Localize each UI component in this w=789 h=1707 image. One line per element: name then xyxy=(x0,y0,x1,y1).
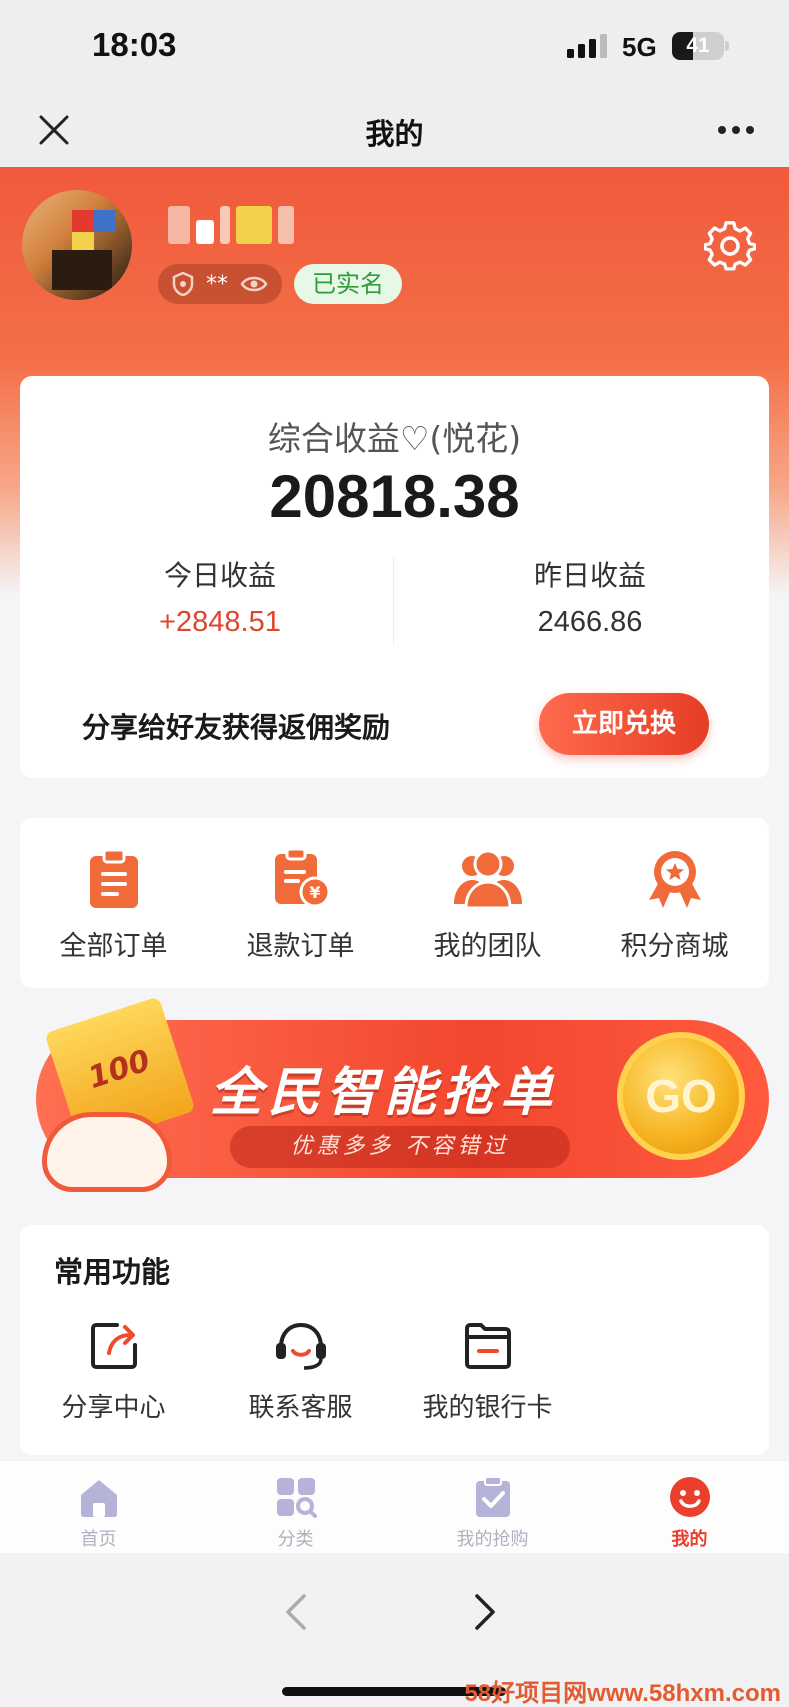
category-icon xyxy=(276,1478,317,1518)
banner-subtitle: 优惠多多 不容错过 xyxy=(230,1126,570,1168)
masked-id: ** xyxy=(206,271,228,297)
status-time: 18:03 xyxy=(92,26,177,63)
tab-label: 我的抢购 xyxy=(456,1529,529,1550)
medal-icon xyxy=(648,851,701,908)
purchase-icon xyxy=(475,1476,510,1517)
eye-icon[interactable] xyxy=(240,274,268,294)
ticket-text: 100 xyxy=(84,1043,155,1096)
svg-text:¥: ¥ xyxy=(309,883,320,902)
order-item-all[interactable]: 全部订单 xyxy=(20,848,207,963)
total-earnings-label: 综合收益♡(悦花) xyxy=(267,419,522,458)
order-item-team[interactable]: 我的团队 xyxy=(394,848,581,963)
verified-badge: 已实名 xyxy=(294,264,402,304)
function-label: 联系客服 xyxy=(248,1393,353,1423)
refund-icon: ¥ xyxy=(274,848,330,908)
shield-icon xyxy=(172,272,194,296)
tab-mine[interactable]: 我的 xyxy=(591,1475,788,1551)
signal-icon xyxy=(567,34,607,58)
battery-icon: 41 xyxy=(672,32,724,60)
headset-icon xyxy=(275,1322,326,1370)
today-earnings-value: +2848.51 xyxy=(159,606,281,638)
redeem-button[interactable]: 立即兑换 xyxy=(539,693,709,755)
order-item-label: 我的团队 xyxy=(433,931,542,962)
username-blurred xyxy=(168,206,294,248)
share-icon xyxy=(90,1323,137,1369)
common-functions-title: 常用功能 xyxy=(54,1255,171,1289)
today-earnings-label: 今日收益 xyxy=(163,559,276,592)
network-type: 5G xyxy=(622,32,657,62)
home-icon xyxy=(80,1480,117,1517)
avatar[interactable] xyxy=(22,190,132,300)
function-bank-card[interactable]: 我的银行卡 xyxy=(394,1319,581,1424)
total-earnings-value: 20818.38 xyxy=(269,463,520,530)
tab-category[interactable]: 分类 xyxy=(197,1475,394,1551)
divider xyxy=(393,556,394,646)
clipboard-icon xyxy=(89,848,138,908)
earnings-card: 综合收益♡(悦花) 20818.38 今日收益 +2848.51 昨日收益 24… xyxy=(20,376,769,778)
banner-headline: 全民智能抢单 xyxy=(210,1063,559,1123)
function-label: 我的银行卡 xyxy=(422,1393,553,1423)
tab-my-purchases[interactable]: 我的抢购 xyxy=(394,1475,591,1551)
forward-arrow-icon[interactable] xyxy=(473,1593,497,1631)
today-earnings: 今日收益 +2848.51 xyxy=(50,554,390,639)
battery-level: 41 xyxy=(686,34,710,57)
yesterday-earnings-value: 2466.86 xyxy=(537,606,643,638)
smile-icon xyxy=(669,1477,710,1517)
watermark: 58好项目网www.58hxm.com xyxy=(464,1680,781,1707)
orders-card: 全部订单 ¥ 退款订单 我的团队 积分商城 xyxy=(20,818,769,988)
clock-icon xyxy=(42,1112,172,1192)
tab-home[interactable]: 首页 xyxy=(0,1475,197,1551)
page-title: 我的 xyxy=(365,117,424,151)
yesterday-earnings-label: 昨日收益 xyxy=(533,559,646,592)
smart-order-banner[interactable]: 100 全民智能抢单 优惠多多 不容错过 GO xyxy=(20,996,769,1197)
bank-card-icon xyxy=(464,1323,511,1369)
order-item-label: 积分商城 xyxy=(620,931,729,962)
nav-bar: 我的 xyxy=(0,95,789,167)
battery-cap xyxy=(725,41,729,51)
user-id-pill[interactable]: ** xyxy=(158,264,282,304)
go-button[interactable]: GO xyxy=(617,1032,745,1160)
status-bar: 18:03 5G 41 xyxy=(0,0,789,95)
order-item-points-mall[interactable]: 积分商城 xyxy=(581,848,768,963)
common-functions-card: 常用功能 分享中心 联系客服 我的银行卡 xyxy=(20,1225,769,1455)
order-item-refund[interactable]: ¥ 退款订单 xyxy=(207,848,394,963)
function-share-center[interactable]: 分享中心 xyxy=(20,1319,207,1424)
tab-label: 首页 xyxy=(80,1529,117,1550)
tab-label: 分类 xyxy=(277,1529,314,1550)
function-customer-service[interactable]: 联系客服 xyxy=(207,1319,394,1424)
more-icon[interactable] xyxy=(716,123,756,137)
share-reward-text: 分享给好友获得返佣奖励 xyxy=(82,711,391,744)
order-item-label: 退款订单 xyxy=(246,931,355,962)
back-arrow-icon[interactable] xyxy=(284,1593,308,1631)
function-label: 分享中心 xyxy=(61,1393,166,1423)
tab-label: 我的 xyxy=(671,1529,708,1550)
browser-toolbar: 58好项目网www.58hxm.com xyxy=(0,1553,789,1707)
team-icon xyxy=(453,849,522,910)
yesterday-earnings: 昨日收益 2466.86 xyxy=(420,554,760,639)
order-item-label: 全部订单 xyxy=(59,931,168,962)
gear-icon[interactable] xyxy=(704,220,756,272)
tab-bar: 首页 分类 我的抢购 我的 xyxy=(0,1460,789,1553)
